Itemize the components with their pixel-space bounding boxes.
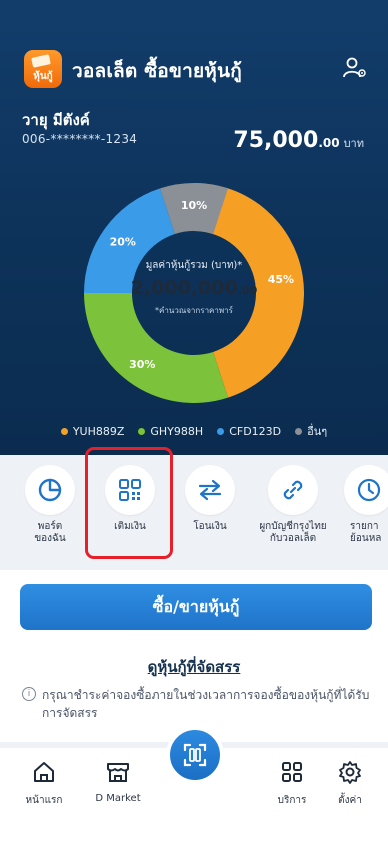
notice-text: กรุณาชำระค่าจองซื้อภายในช่วงเวลาการจองซื…: [42, 688, 370, 720]
donut-slice-label: 10%: [181, 199, 207, 212]
user-settings-icon[interactable]: [342, 55, 368, 81]
legend-label: CFD123D: [229, 424, 282, 438]
menu-item-history[interactable]: รายกา ย้อนหล: [340, 465, 388, 545]
buy-sell-button[interactable]: ซื้อ/ขายหุ้นกู้: [20, 584, 372, 630]
legend-dot: [138, 427, 146, 435]
pie-chart-icon: [38, 478, 62, 502]
menu-label: พอร์ต ของฉัน: [34, 521, 66, 544]
portfolio-note: *คำนวณจากราคาพาร์: [155, 306, 233, 315]
ticket-icon: [31, 54, 51, 68]
donut-slice-label: 30%: [129, 358, 155, 371]
portfolio-total-decimals: .00: [237, 284, 258, 297]
grid-icon: [282, 762, 302, 782]
legend-dot: [217, 427, 225, 435]
tab-home[interactable]: หน้าแรก: [14, 759, 74, 808]
portfolio-total-value: 2,000,000.00: [124, 277, 264, 299]
tab-settings[interactable]: ตั้งค่า: [320, 759, 380, 808]
legend-dot: [60, 427, 68, 435]
legend-item: CFD123D: [217, 422, 281, 440]
legend-item: YUH889Z: [60, 422, 125, 440]
menu-item-my-portfolio[interactable]: พอร์ต ของฉัน: [14, 465, 86, 545]
portfolio-total-main: 2,000,000: [130, 277, 238, 299]
menu-label: ผูกบัญชีกรุงไทย กับวอลเล็ต: [259, 521, 327, 544]
home-icon: [34, 762, 54, 782]
logo-text: หุ้นกู้: [33, 71, 53, 82]
chart-legend: YUH889Z GHY988H CFD123D อื่นๆ: [0, 422, 388, 440]
menu-circle: [344, 465, 388, 515]
user-name: วายุ มีตังค์: [22, 111, 90, 129]
info-icon: i: [22, 687, 36, 701]
wallet-balance: 75,000.00 บาท: [233, 128, 364, 153]
app-logo: หุ้นกู้: [24, 50, 62, 88]
legend-dot: [295, 427, 303, 435]
transfer-arrows-icon: [198, 479, 222, 501]
link-icon: [283, 480, 303, 500]
portfolio-total-label: มูลค่าหุ้นกู้รวม (บาท)*: [145, 260, 243, 271]
tab-label: หน้าแรก: [25, 795, 63, 806]
legend-label: YUH889Z: [72, 424, 125, 438]
clock-icon: [357, 478, 381, 502]
donut-slice-label: 20%: [110, 235, 136, 248]
menu-circle: [185, 465, 235, 515]
tab-d-market[interactable]: D Market: [88, 759, 148, 804]
menu-circle: [25, 465, 75, 515]
app-title: วอลเล็ต ซื้อขายหุ้นกู้: [72, 60, 242, 82]
tab-label: บริการ: [277, 795, 307, 806]
store-icon: [107, 763, 129, 782]
menu-label: โอนเงิน: [193, 521, 227, 532]
menu-item-link-account[interactable]: ผูกบัญชีกรุงไทย กับวอลเล็ต: [252, 465, 334, 545]
balance-currency: บาท: [343, 137, 364, 150]
scan-button[interactable]: [166, 726, 224, 784]
portfolio-summary: มูลค่าหุ้นกู้รวม (บาท)* 2,000,000.00 *คำ…: [124, 258, 264, 317]
tab-label: D Market: [95, 793, 141, 804]
account-number: 006-********-1234: [22, 132, 138, 146]
menu-item-transfer[interactable]: โอนเงิน: [174, 465, 246, 533]
legend-item: อื่นๆ: [295, 422, 327, 440]
menu-circle: [268, 465, 318, 515]
quick-menu: พอร์ต ของฉัน เติมเงิน โอนเงิน ผูกบัญชีกร…: [0, 465, 388, 565]
scan-icon: [183, 743, 207, 767]
allotted-bonds-link[interactable]: ดูหุ้นกู้ที่จัดสรร: [0, 655, 388, 679]
balance-decimals: .00: [318, 136, 340, 150]
donut-slice-label: 45%: [268, 273, 294, 286]
legend-item: GHY988H: [138, 422, 203, 440]
gear-icon: [339, 761, 361, 784]
menu-label: รายกา ย้อนหล: [350, 521, 382, 544]
legend-label: อื่นๆ: [307, 425, 328, 438]
tab-services[interactable]: บริการ: [262, 759, 322, 808]
payment-notice: i กรุณาชำระค่าจองซื้อภายในช่วงเวลาการจอง…: [22, 686, 372, 722]
balance-main: 75,000: [233, 128, 319, 153]
highlight-box: [85, 447, 173, 559]
legend-label: GHY988H: [150, 424, 204, 438]
tab-label: ตั้งค่า: [338, 795, 362, 806]
